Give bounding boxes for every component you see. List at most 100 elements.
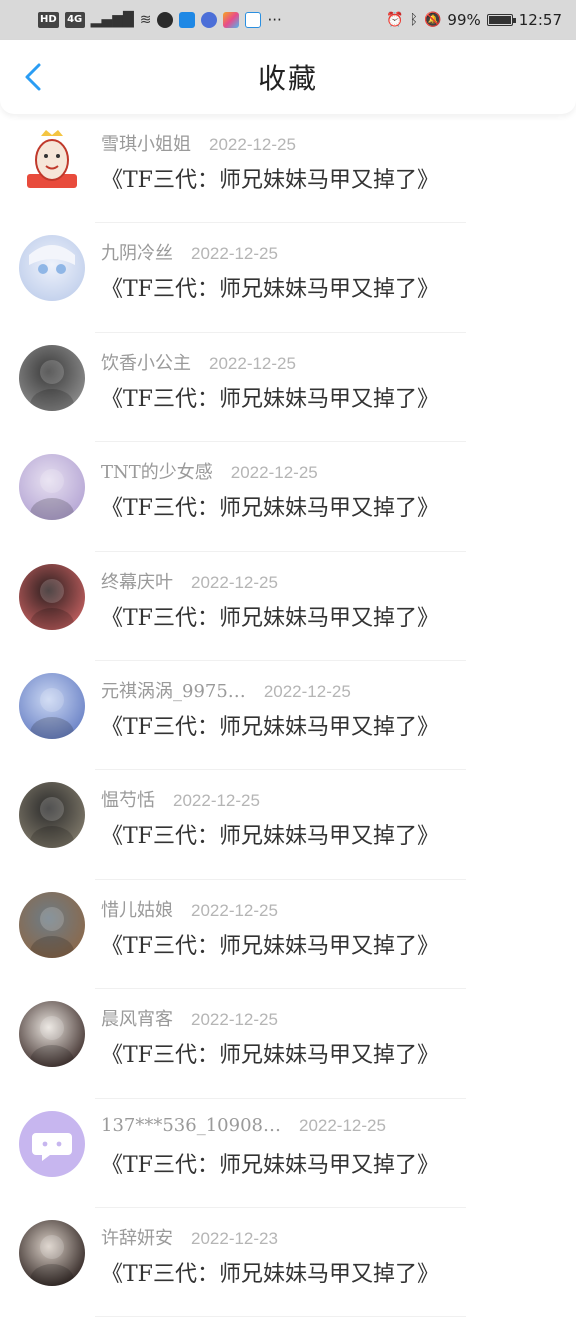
- user-name[interactable]: 饮香小公主: [101, 349, 191, 375]
- user-name[interactable]: 元祺涡涡_9975…: [101, 677, 246, 703]
- book-title[interactable]: 《TF三代：师兄妹妹马甲又掉了》: [101, 818, 439, 850]
- clock-time: 12:57: [518, 11, 562, 29]
- colorful-app-icon: [223, 12, 240, 28]
- favorite-date: 2022-12-23: [191, 1228, 278, 1248]
- book-title[interactable]: 《TF三代：师兄妹妹马甲又掉了》: [101, 490, 439, 522]
- status-left: HD 4G ▂▄▆█ ≋ ···: [38, 11, 282, 29]
- avatar[interactable]: [19, 1001, 85, 1068]
- name-date-row: 惜儿姑娘 2022-12-25: [101, 896, 278, 922]
- chat-bubble-icon: [32, 1132, 72, 1161]
- photo-avatar-image: [30, 1234, 74, 1286]
- back-button[interactable]: [18, 62, 48, 92]
- favorite-date: 2022-12-25: [209, 353, 296, 373]
- user-name[interactable]: 终幕庆叶: [101, 568, 173, 594]
- book-title[interactable]: 《TF三代：师兄妹妹马甲又掉了》: [101, 600, 439, 632]
- cartoon-avatar-image: [27, 130, 77, 188]
- list-item[interactable]: TNT的少女感 2022-12-25 《TF三代：师兄妹妹马甲又掉了》: [0, 442, 576, 552]
- status-bar: HD 4G ▂▄▆█ ≋ ··· ⏰ ᛒ 🔕 99% 12:57: [0, 0, 576, 40]
- bird-app-icon: [245, 12, 262, 28]
- list-item[interactable]: 元祺涡涡_9975… 2022-12-25 《TF三代：师兄妹妹马甲又掉了》: [0, 661, 576, 771]
- hd-badge: HD: [38, 12, 59, 28]
- name-date-row: 许辞妍安 2022-12-23: [101, 1224, 278, 1250]
- mute-icon: 🔕: [423, 12, 442, 28]
- top-header: 收藏: [0, 40, 576, 114]
- avatar[interactable]: [19, 1219, 85, 1286]
- name-date-row: TNT的少女感 2022-12-25: [101, 458, 318, 484]
- chevron-left-icon: [25, 63, 41, 91]
- photo-avatar-image: [30, 469, 74, 521]
- list-item[interactable]: 饮香小公主 2022-12-25 《TF三代：师兄妹妹马甲又掉了》: [0, 333, 576, 443]
- qq-app-icon: [157, 12, 174, 28]
- book-title[interactable]: 《TF三代：师兄妹妹马甲又掉了》: [101, 709, 439, 741]
- list-item[interactable]: 九阴冷丝 2022-12-25 《TF三代：师兄妹妹马甲又掉了》: [0, 223, 576, 333]
- photo-avatar-image: [30, 359, 74, 411]
- favorite-date: 2022-12-25: [230, 463, 318, 483]
- name-date-row: 饮香小公主 2022-12-25: [101, 349, 296, 375]
- book-title[interactable]: 《TF三代：师兄妹妹马甲又掉了》: [101, 1256, 439, 1288]
- user-name[interactable]: 九阴冷丝: [101, 239, 173, 265]
- favorite-date: 2022-12-25: [191, 900, 278, 920]
- network-badge: 4G: [64, 12, 85, 28]
- list-item[interactable]: 愠芍恬 2022-12-25 《TF三代：师兄妹妹马甲又掉了》: [0, 770, 576, 880]
- avatar[interactable]: [19, 235, 85, 302]
- avatar[interactable]: [19, 672, 85, 739]
- battery-percent: 99%: [447, 11, 481, 29]
- music-app-icon: [201, 12, 218, 28]
- alarm-icon: ⏰: [386, 12, 404, 28]
- avatar[interactable]: [19, 782, 85, 849]
- battery-icon: [486, 14, 516, 26]
- list-item[interactable]: 137***536_10908… 2022-12-25 《TF三代：师兄妹妹马甲又掉…: [0, 1099, 576, 1208]
- favorite-date: 2022-12-25: [263, 681, 351, 701]
- book-title[interactable]: 《TF三代：师兄妹妹马甲又掉了》: [101, 1147, 439, 1179]
- favorites-list: 雪琪小姐姐 2022-12-25 《TF三代：师兄妹妹马甲又掉了》 九阴冷丝 2022-…: [0, 114, 576, 1317]
- list-item[interactable]: 晨风宵客 2022-12-25 《TF三代：师兄妹妹马甲又掉了》: [0, 989, 576, 1099]
- photo-avatar-image: [30, 906, 74, 958]
- photo-avatar-image: [30, 578, 74, 630]
- favorite-date: 2022-12-25: [209, 135, 296, 154]
- list-item[interactable]: 终幕庆叶 2022-12-25 《TF三代：师兄妹妹马甲又掉了》: [0, 552, 576, 661]
- list-item[interactable]: 许辞妍安 2022-12-23 《TF三代：师兄妹妹马甲又掉了》: [0, 1208, 576, 1317]
- avatar[interactable]: [19, 563, 85, 630]
- book-title[interactable]: 《TF三代：师兄妹妹马甲又掉了》: [101, 271, 439, 303]
- avatar[interactable]: [19, 1110, 85, 1177]
- name-date-row: 愠芍恬 2022-12-25: [101, 786, 260, 812]
- name-date-row: 元祺涡涡_9975… 2022-12-25: [101, 677, 351, 703]
- book-title[interactable]: 《TF三代：师兄妹妹马甲又掉了》: [101, 162, 439, 194]
- more-notifications: ···: [267, 11, 282, 29]
- status-right: ⏰ ᛒ 🔕 99% 12:57: [386, 11, 562, 29]
- anime-avatar-image: [29, 245, 75, 275]
- user-name[interactable]: TNT的少女感: [101, 458, 213, 484]
- name-date-row: 终幕庆叶 2022-12-25: [101, 568, 278, 594]
- name-date-row: 雪琪小姐姐 2022-12-25: [101, 130, 296, 156]
- favorite-date: 2022-12-25: [191, 244, 278, 264]
- user-name[interactable]: 许辞妍安: [101, 1224, 173, 1250]
- signal-icon: ▂▄▆█: [90, 12, 134, 28]
- favorite-date: 2022-12-25: [173, 791, 260, 811]
- avatar[interactable]: [19, 454, 85, 521]
- name-date-row: 137***536_10908… 2022-12-25: [101, 1115, 386, 1136]
- user-name[interactable]: 惜儿姑娘: [101, 896, 173, 922]
- photo-avatar-image: [30, 1016, 74, 1068]
- favorite-date: 2022-12-25: [191, 1010, 278, 1030]
- list-item[interactable]: 雪琪小姐姐 2022-12-25 《TF三代：师兄妹妹马甲又掉了》: [0, 114, 576, 224]
- page-title: 收藏: [257, 62, 318, 95]
- user-name[interactable]: 137***536_10908…: [101, 1115, 281, 1136]
- name-date-row: 九阴冷丝 2022-12-25: [101, 239, 278, 265]
- user-name[interactable]: 雪琪小姐姐: [101, 130, 191, 156]
- avatar[interactable]: [19, 891, 85, 958]
- book-title[interactable]: 《TF三代：师兄妹妹马甲又掉了》: [101, 381, 439, 413]
- list-item[interactable]: 惜儿姑娘 2022-12-25 《TF三代：师兄妹妹马甲又掉了》: [0, 880, 576, 990]
- name-date-row: 晨风宵客 2022-12-25: [101, 1005, 278, 1031]
- favorite-date: 2022-12-25: [191, 572, 278, 592]
- photo-avatar-image: [30, 687, 74, 739]
- user-name[interactable]: 晨风宵客: [101, 1005, 173, 1031]
- book-title[interactable]: 《TF三代：师兄妹妹马甲又掉了》: [101, 1037, 439, 1069]
- user-name[interactable]: 愠芍恬: [101, 786, 155, 812]
- bluebird-app-icon: [179, 12, 196, 28]
- avatar[interactable]: [19, 344, 85, 411]
- book-title[interactable]: 《TF三代：师兄妹妹马甲又掉了》: [101, 928, 439, 960]
- favorite-date: 2022-12-25: [298, 1115, 386, 1135]
- bluetooth-icon: ᛒ: [409, 12, 418, 28]
- photo-avatar-image: [30, 797, 74, 849]
- avatar[interactable]: [19, 126, 85, 192]
